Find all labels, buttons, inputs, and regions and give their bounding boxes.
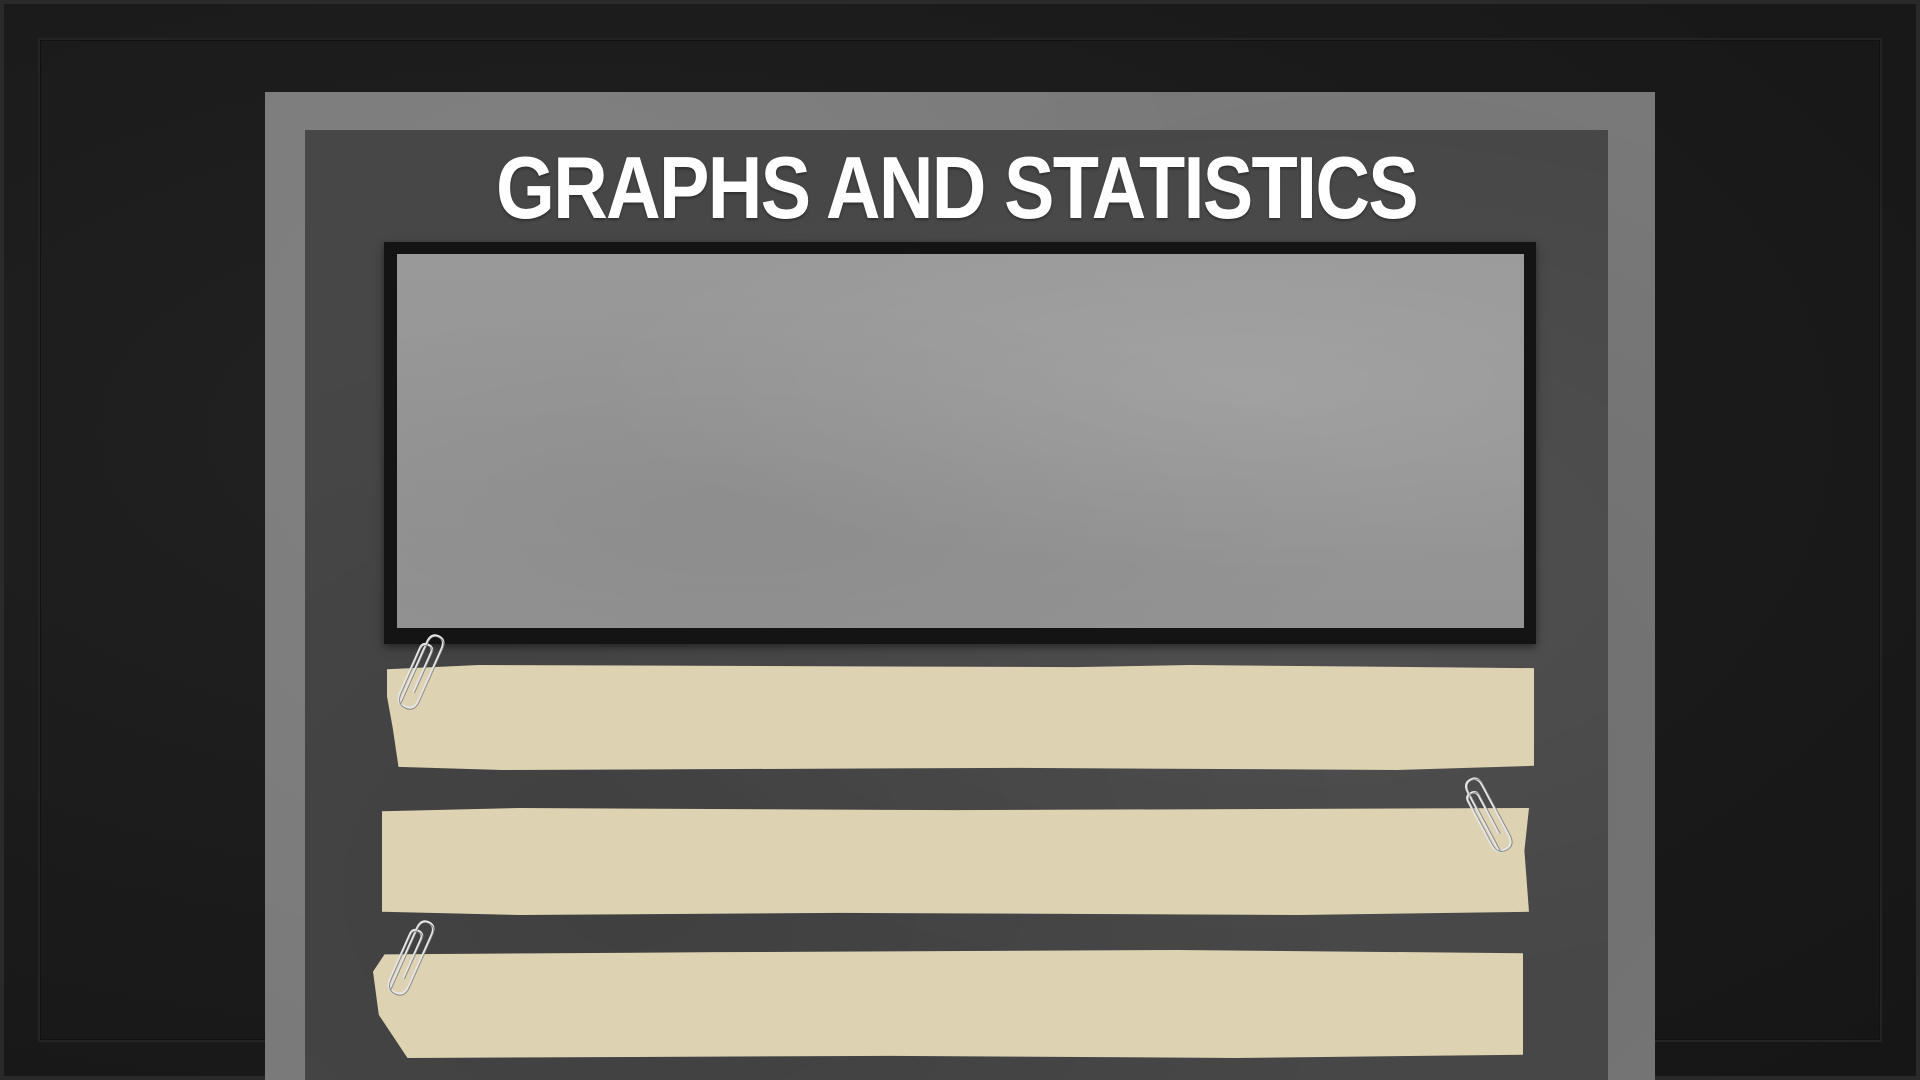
slide-title: GRAPHS AND STATISTICS [495,138,1419,237]
image-placeholder[interactable] [397,254,1524,628]
paper-strip-2[interactable] [382,808,1529,915]
paper-strip-1[interactable] [387,665,1534,770]
paper-strip-3[interactable] [373,950,1523,1058]
